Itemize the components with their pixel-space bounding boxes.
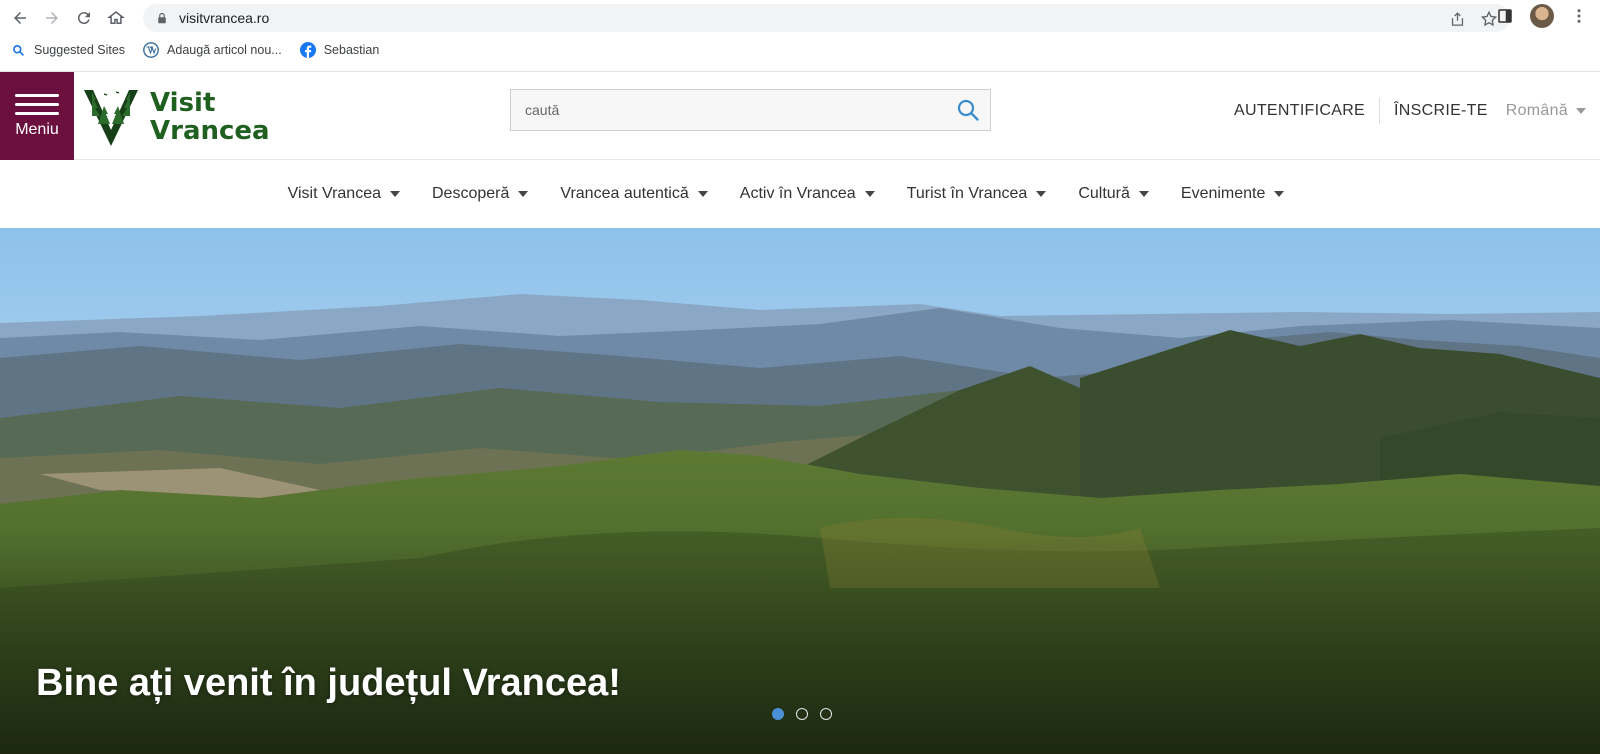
profile-avatar[interactable] xyxy=(1530,4,1554,28)
forward-button[interactable] xyxy=(38,6,66,30)
nav-item-label: Activ în Vrancea xyxy=(739,185,856,202)
side-panel-icon[interactable] xyxy=(1494,5,1516,27)
lock-icon xyxy=(155,11,169,25)
hamburger-icon xyxy=(15,93,59,115)
reload-button[interactable] xyxy=(70,6,98,30)
caret-down-icon xyxy=(1274,191,1285,197)
caret-down-icon xyxy=(1576,108,1586,114)
signup-link[interactable]: ÎNSCRIE-TE xyxy=(1380,102,1502,120)
back-button[interactable] xyxy=(6,6,34,30)
menu-button[interactable]: Meniu xyxy=(0,72,74,160)
browser-nav-buttons xyxy=(6,6,130,30)
browser-chrome: visitvrancea.ro Suggested Sites Adaugă a… xyxy=(0,0,1600,72)
nav-item-cultura[interactable]: Cultură xyxy=(1078,185,1149,203)
bookmark-suggested-sites[interactable]: Suggested Sites xyxy=(10,42,125,58)
bookmarks-bar: Suggested Sites Adaugă articol nou... Se… xyxy=(10,42,379,58)
caret-down-icon xyxy=(1036,191,1047,197)
language-label: Română xyxy=(1505,102,1568,119)
search-input[interactable] xyxy=(511,90,946,130)
logo-line2: Vrancea xyxy=(150,116,270,146)
nav-item-label: Descoperă xyxy=(432,185,510,202)
arrow-left-icon xyxy=(14,12,26,24)
bookmark-label: Suggested Sites xyxy=(34,43,126,57)
address-bar-actions xyxy=(1448,10,1498,28)
search-icon xyxy=(957,99,979,121)
bookmark-label: Adaugă articol nou... xyxy=(167,43,282,57)
site-search xyxy=(510,89,991,131)
hero-slider: Bine ați venit în județul Vrancea! xyxy=(0,228,1600,754)
facebook-icon xyxy=(299,42,316,58)
address-bar[interactable]: visitvrancea.ro xyxy=(143,4,1510,32)
menu-label: Meniu xyxy=(15,120,59,138)
caret-down-icon xyxy=(390,191,400,197)
wordpress-icon xyxy=(143,42,159,58)
bookmark-sebastian[interactable]: Sebastian xyxy=(299,42,380,58)
bookmark-wordpress[interactable]: Adaugă articol nou... xyxy=(143,42,282,58)
share-icon[interactable] xyxy=(1448,10,1466,28)
bookmark-label: Sebastian xyxy=(323,43,380,57)
auth-links: AUTENTIFICARE ÎNSCRIE-TE Română xyxy=(1220,98,1586,124)
nav-item-label: Evenimente xyxy=(1180,185,1266,202)
nav-item-label: Turist în Vrancea xyxy=(906,185,1028,202)
nav-item-descopera[interactable]: Descoperă xyxy=(432,185,529,203)
nav-item-label: Vrancea autentică xyxy=(560,185,689,202)
slider-dot-3[interactable] xyxy=(820,708,832,720)
home-button[interactable] xyxy=(102,6,130,30)
search-button[interactable] xyxy=(946,90,990,130)
login-link[interactable]: AUTENTIFICARE xyxy=(1220,102,1379,120)
home-icon xyxy=(107,11,125,24)
nav-item-vrancea-autentica[interactable]: Vrancea autentică xyxy=(560,185,708,203)
nav-item-evenimente[interactable]: Evenimente xyxy=(1181,185,1285,203)
slider-dot-1[interactable] xyxy=(772,708,784,720)
address-url: visitvrancea.ro xyxy=(179,10,270,26)
caret-down-icon xyxy=(697,191,708,197)
logo-mark-icon xyxy=(84,90,138,146)
nav-item-activ-in-vrancea[interactable]: Activ în Vrancea xyxy=(740,185,875,203)
reload-icon xyxy=(77,12,90,25)
logo-line1: Visit xyxy=(150,88,216,118)
hero-title: Bine ați venit în județul Vrancea! xyxy=(36,662,621,704)
site-header: Meniu Visit Vrancea AUTENTIFICARE ÎNSCRI… xyxy=(0,72,1600,160)
nav-item-turist-in-vrancea[interactable]: Turist în Vrancea xyxy=(907,185,1047,203)
site-logo[interactable]: Visit Vrancea xyxy=(82,86,270,148)
nav-item-label: Cultură xyxy=(1078,185,1130,202)
more-vert-icon[interactable] xyxy=(1568,5,1590,27)
caret-down-icon xyxy=(518,191,529,197)
logo-text: Visit Vrancea xyxy=(150,89,270,145)
browser-toolbar-right xyxy=(1494,4,1590,28)
nav-item-label: Visit Vrancea xyxy=(287,185,381,202)
search-icon xyxy=(10,42,26,58)
caret-down-icon xyxy=(864,191,875,197)
nav-item-visit-vrancea[interactable]: Visit Vrancea xyxy=(288,185,400,203)
language-select[interactable]: Română xyxy=(1502,102,1586,120)
main-nav: Visit Vrancea Descoperă Vrancea autentic… xyxy=(0,160,1600,228)
arrow-right-icon xyxy=(46,12,58,24)
slider-dots xyxy=(772,708,832,720)
slider-dot-2[interactable] xyxy=(796,708,808,720)
caret-down-icon xyxy=(1138,191,1149,197)
